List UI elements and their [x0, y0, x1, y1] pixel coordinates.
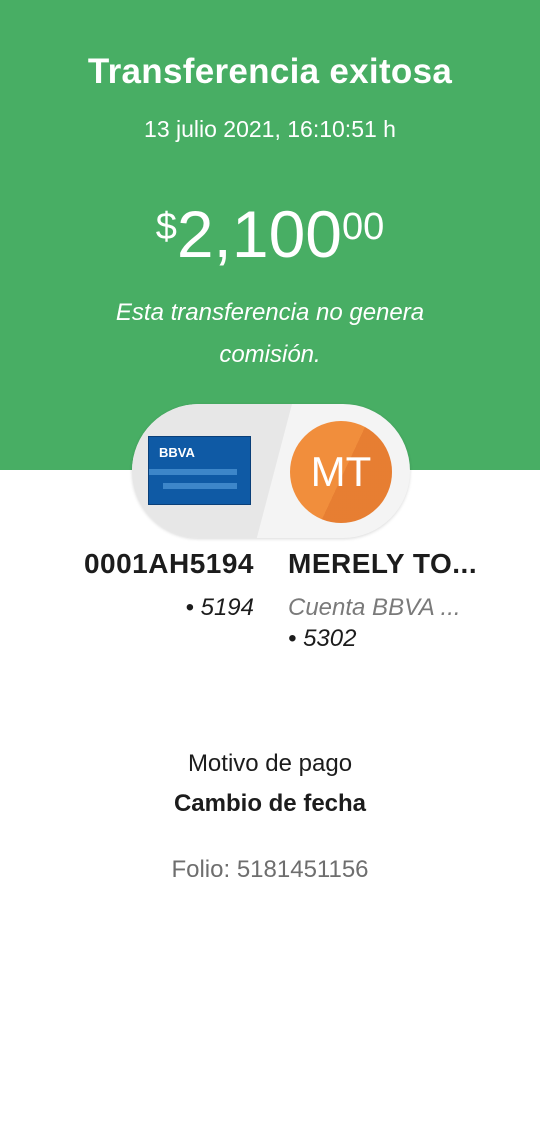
folio-number: Folio: 5181451156 [171, 856, 369, 883]
recipient-name: MERELY TO... [288, 548, 478, 579]
page-title: Transferencia exitosa [87, 52, 453, 91]
source-account-name: 0001AH5194 [83, 548, 254, 579]
transfer-datetime: 13 julio 2021, 16:10:51 h [144, 116, 396, 142]
card-brand-label: BBVA [159, 445, 195, 460]
recipient-avatar: MT [290, 421, 392, 523]
avatar-initials: MT [310, 448, 372, 495]
amount-integer: 2,100 [176, 197, 343, 271]
recipient-account-type: Cuenta BBVA ... [288, 594, 461, 621]
card-stripe [149, 469, 237, 475]
commission-note: Esta transferencia no genera comisión. [115, 299, 425, 368]
payment-reason-label: Motivo de pago [187, 750, 353, 777]
source-account-number: • 5194 [185, 594, 254, 621]
amount-decimals: 00 [342, 206, 385, 248]
card-stripe [163, 483, 237, 489]
bbva-card-icon: BBVA [148, 436, 251, 505]
recipient-account-number: • 5302 [288, 625, 357, 652]
transfer-amount: $2,10000 [0, 196, 540, 272]
success-header: Transferencia exitosa 13 julio 2021, 16:… [0, 0, 540, 470]
transfer-parties-pill: BBVA MT [132, 404, 410, 538]
amount-currency: $ [155, 206, 177, 248]
payment-reason-value: Cambio de fecha [173, 790, 367, 817]
